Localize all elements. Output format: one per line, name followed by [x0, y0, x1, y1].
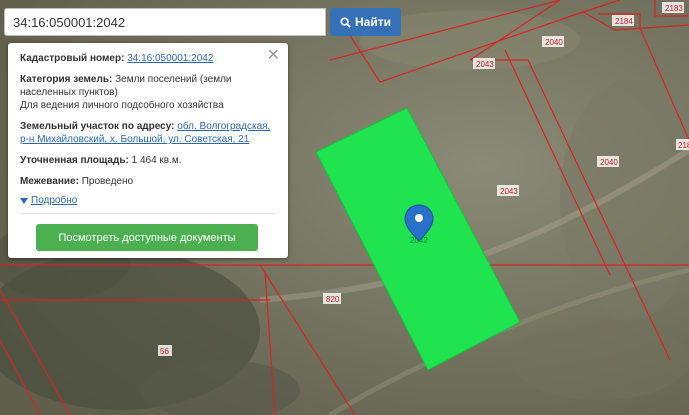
- search-input[interactable]: [4, 8, 326, 36]
- view-documents-button[interactable]: Посмотреть доступные документы: [36, 224, 258, 251]
- land-category-row: Категория земель: Земли поселений (земли…: [20, 73, 276, 112]
- parcel-label: 2185: [678, 141, 689, 150]
- area-value: 1 464 кв.м.: [131, 155, 182, 166]
- address-row: Земельный участок по адресу: обл. Волгог…: [20, 120, 276, 146]
- land-usage-value: Для ведения личного подсобного хозяйства: [20, 100, 224, 111]
- survey-row: Межевание: Проведено: [20, 175, 276, 188]
- search-button[interactable]: Найти: [330, 8, 401, 36]
- parcel-label: 2040: [545, 38, 563, 47]
- survey-value: Проведено: [81, 176, 134, 187]
- area-label: Уточненная площадь:: [20, 155, 129, 166]
- parcel-label: 2183: [665, 4, 683, 13]
- land-category-label: Категория земель:: [20, 74, 113, 85]
- details-label: Подробно: [31, 195, 78, 206]
- parcel-info-panel: ✕ Кадастровый номер: 34:16:050001:2042 К…: [8, 43, 288, 258]
- search-icon: [340, 16, 351, 28]
- triangle-down-icon: [20, 197, 28, 204]
- details-toggle[interactable]: Подробно: [20, 194, 276, 207]
- search-bar: Найти: [4, 8, 401, 36]
- parcel-label: 2043: [476, 60, 494, 69]
- survey-label: Межевание:: [20, 176, 79, 187]
- parcel-label: 2043: [500, 187, 518, 196]
- parcel-label: 2040: [600, 158, 618, 167]
- cadastral-number-label: Кадастровый номер:: [20, 53, 125, 64]
- divider: [20, 213, 276, 214]
- parcel-label: 820: [326, 295, 340, 304]
- close-icon[interactable]: ✕: [267, 48, 280, 64]
- parcel-label: 2184: [615, 17, 633, 26]
- search-button-label: Найти: [355, 15, 391, 29]
- area-row: Уточненная площадь: 1 464 кв.м.: [20, 154, 276, 167]
- cadastral-number-link[interactable]: 34:16:050001:2042: [127, 53, 213, 64]
- cadastral-number-row: Кадастровый номер: 34:16:050001:2042: [20, 52, 276, 65]
- address-label: Земельный участок по адресу:: [20, 121, 175, 132]
- parcel-label: 56: [160, 347, 169, 356]
